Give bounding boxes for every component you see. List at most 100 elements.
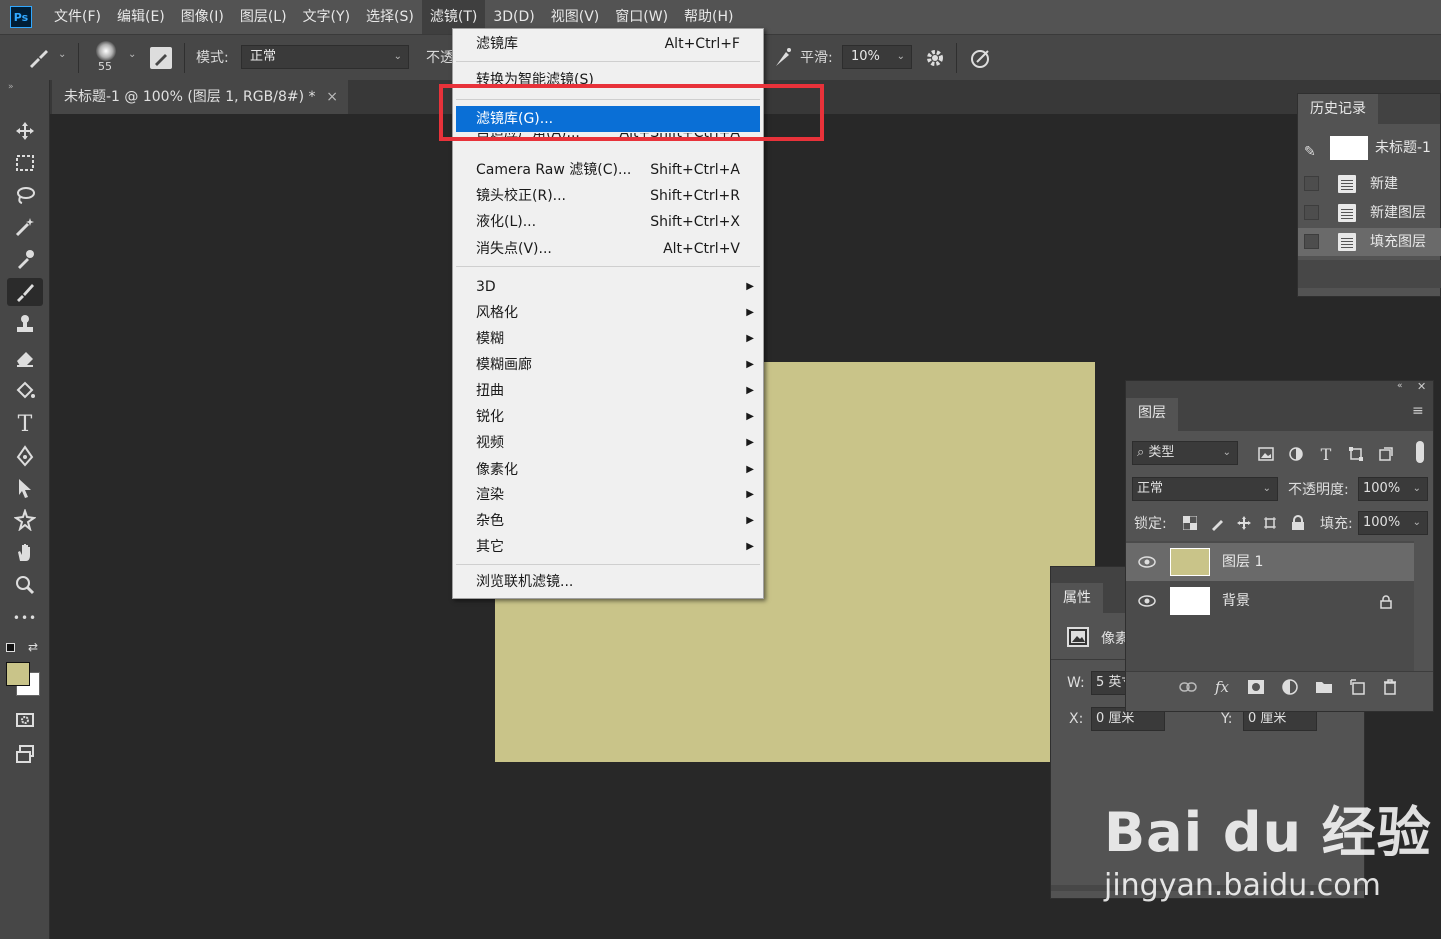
menu-edit[interactable]: 编辑(E) [109, 0, 173, 34]
paint-bucket-tool-icon[interactable] [7, 377, 43, 405]
menu-type[interactable]: 文字(Y) [295, 0, 358, 34]
lasso-tool-icon[interactable] [7, 181, 43, 209]
filter-toggle-switch[interactable] [1416, 441, 1424, 463]
screen-mode-icon[interactable] [7, 740, 43, 768]
menu-item-stylize[interactable]: 风格化 ▶ [456, 300, 760, 326]
brush-tip-icon[interactable] [96, 41, 116, 61]
adjustment-layer-icon[interactable] [1280, 677, 1300, 697]
menu-item-3d[interactable]: 3D ▶ [456, 274, 760, 300]
properties-panel-title[interactable]: 属性 [1051, 583, 1103, 613]
link-layers-icon[interactable] [1178, 677, 1198, 697]
collapse-icon[interactable]: » [8, 82, 14, 92]
menu-item-blur-gallery[interactable]: 模糊画廊 ▶ [456, 352, 760, 378]
magic-wand-tool-icon[interactable] [7, 213, 43, 241]
menu-file[interactable]: 文件(F) [46, 0, 109, 34]
mode-label: 模式: [196, 50, 229, 66]
marquee-tool-icon[interactable] [7, 149, 43, 177]
menu-item-distort[interactable]: 扭曲 ▶ [456, 378, 760, 404]
move-tool-icon[interactable] [7, 117, 43, 145]
brush-tool-icon[interactable] [7, 278, 43, 306]
layer-row-layer-1[interactable]: 图层 1 [1126, 543, 1414, 581]
history-step[interactable]: 新建图层 [1298, 199, 1441, 227]
eyedropper-tool-icon[interactable] [7, 245, 43, 273]
default-colors-icon[interactable] [6, 643, 15, 652]
layer-style-icon[interactable]: fx [1212, 677, 1232, 697]
menu-item-camera-raw[interactable]: Camera Raw 滤镜(C)... Shift+Ctrl+A [456, 157, 760, 183]
brush-panel-toggle-icon[interactable] [150, 47, 172, 69]
lock-pixels-icon[interactable] [1208, 513, 1228, 533]
menu-item-liquify[interactable]: 液化(L)... Shift+Ctrl+X [456, 209, 760, 235]
menu-item-pixelate[interactable]: 像素化 ▶ [456, 457, 760, 483]
gear-icon[interactable] [924, 47, 946, 73]
fill-field[interactable]: 100% ⌄ [1358, 511, 1428, 535]
history-step[interactable]: 新建 [1298, 170, 1441, 198]
clone-stamp-tool-icon[interactable] [7, 310, 43, 338]
zoom-tool-icon[interactable] [7, 571, 43, 599]
quick-mask-icon[interactable] [7, 706, 43, 734]
eraser-tool-icon[interactable] [7, 344, 43, 372]
new-layer-icon[interactable] [1348, 677, 1368, 697]
layers-panel-title[interactable]: 图层 [1126, 398, 1178, 431]
more-tools-icon[interactable]: ••• [7, 604, 43, 632]
layer-row-background[interactable]: 背景 [1126, 582, 1414, 620]
menu-item-browse-filters-online[interactable]: 浏览联机滤镜... [456, 569, 760, 595]
menu-item-noise[interactable]: 杂色 ▶ [456, 508, 760, 534]
add-mask-icon[interactable] [1246, 677, 1266, 697]
chevron-down-icon: ⌄ [1412, 517, 1421, 528]
menu-item-label: 模糊画廊 [476, 357, 532, 373]
menu-item-video[interactable]: 视频 ▶ [456, 430, 760, 456]
smooth-dropdown[interactable]: 10% ⌄ [842, 45, 912, 69]
symmetry-icon[interactable] [970, 47, 992, 73]
custom-shape-tool-icon[interactable] [7, 506, 43, 534]
chevron-down-icon: ⌄ [1412, 483, 1421, 494]
menu-select[interactable]: 选择(S) [358, 0, 422, 34]
lock-position-icon[interactable] [1234, 513, 1254, 533]
foreground-color-swatch[interactable] [6, 662, 30, 686]
menu-item-lens-correction[interactable]: 镜头校正(R)... Shift+Ctrl+R [456, 183, 760, 209]
smart-object-filter-icon[interactable] [1376, 444, 1396, 464]
menu-layer[interactable]: 图层(L) [232, 0, 295, 34]
type-tool-icon[interactable]: T [7, 410, 43, 438]
x-label: X: [1069, 711, 1084, 727]
opacity-field[interactable]: 100% ⌄ [1358, 477, 1428, 501]
new-group-folder-icon[interactable] [1314, 677, 1334, 697]
menu-item-other[interactable]: 其它 ▶ [456, 534, 760, 560]
history-step[interactable]: 填充图层 [1298, 228, 1441, 256]
history-snapshot[interactable]: ✎ 未标题-1 [1298, 134, 1441, 162]
swap-colors-icon[interactable]: ⇄ [28, 640, 38, 654]
visibility-eye-icon[interactable] [1138, 593, 1156, 609]
type-filter-icon[interactable]: T [1316, 444, 1336, 464]
menu-item-render[interactable]: 渲染 ▶ [456, 482, 760, 508]
menu-item-label: 其它 [476, 539, 504, 555]
brush-preset-icon[interactable] [26, 47, 50, 73]
visibility-eye-icon[interactable] [1138, 554, 1156, 570]
path-select-tool-icon[interactable] [7, 474, 43, 502]
adjustment-filter-icon[interactable] [1286, 444, 1306, 464]
menu-item-vanishing-point[interactable]: 消失点(V)... Alt+Ctrl+V [456, 236, 760, 262]
menu-item-blur[interactable]: 模糊 ▶ [456, 326, 760, 352]
shape-filter-icon[interactable] [1346, 444, 1366, 464]
chevron-down-icon[interactable]: ⌄ [128, 49, 136, 60]
layer-filter-dropdown[interactable]: ⌕ 类型 ⌄ [1132, 441, 1238, 465]
mode-dropdown[interactable]: 正常 ⌄ [241, 45, 409, 69]
close-icon[interactable]: × [326, 80, 338, 114]
trash-icon[interactable] [1380, 677, 1400, 697]
collapse-icon[interactable]: « [1397, 381, 1403, 391]
pen-tool-icon[interactable] [7, 442, 43, 470]
menu-item-sharpen[interactable]: 锐化 ▶ [456, 404, 760, 430]
panel-menu-icon[interactable]: ≡ [1412, 403, 1424, 419]
airbrush-icon[interactable] [773, 45, 793, 73]
image-filter-icon[interactable] [1256, 444, 1276, 464]
close-icon[interactable]: ✕ [1417, 380, 1426, 393]
chevron-down-icon[interactable]: ⌄ [58, 49, 66, 60]
hand-tool-icon[interactable] [7, 538, 43, 566]
document-tab[interactable]: 未标题-1 @ 100% (图层 1, RGB/8#) * × [52, 80, 348, 114]
menu-item-filter-gallery-recent[interactable]: 滤镜库 Alt+Ctrl+F [456, 31, 760, 57]
history-panel-title[interactable]: 历史记录 [1298, 94, 1378, 124]
lock-all-icon[interactable] [1288, 513, 1308, 533]
menu-item-label: 杂色 [476, 513, 504, 529]
lock-transparency-icon[interactable] [1180, 513, 1200, 533]
menu-image[interactable]: 图像(I) [173, 0, 232, 34]
lock-artboard-icon[interactable] [1260, 513, 1280, 533]
blend-mode-dropdown[interactable]: 正常 ⌄ [1132, 477, 1278, 501]
